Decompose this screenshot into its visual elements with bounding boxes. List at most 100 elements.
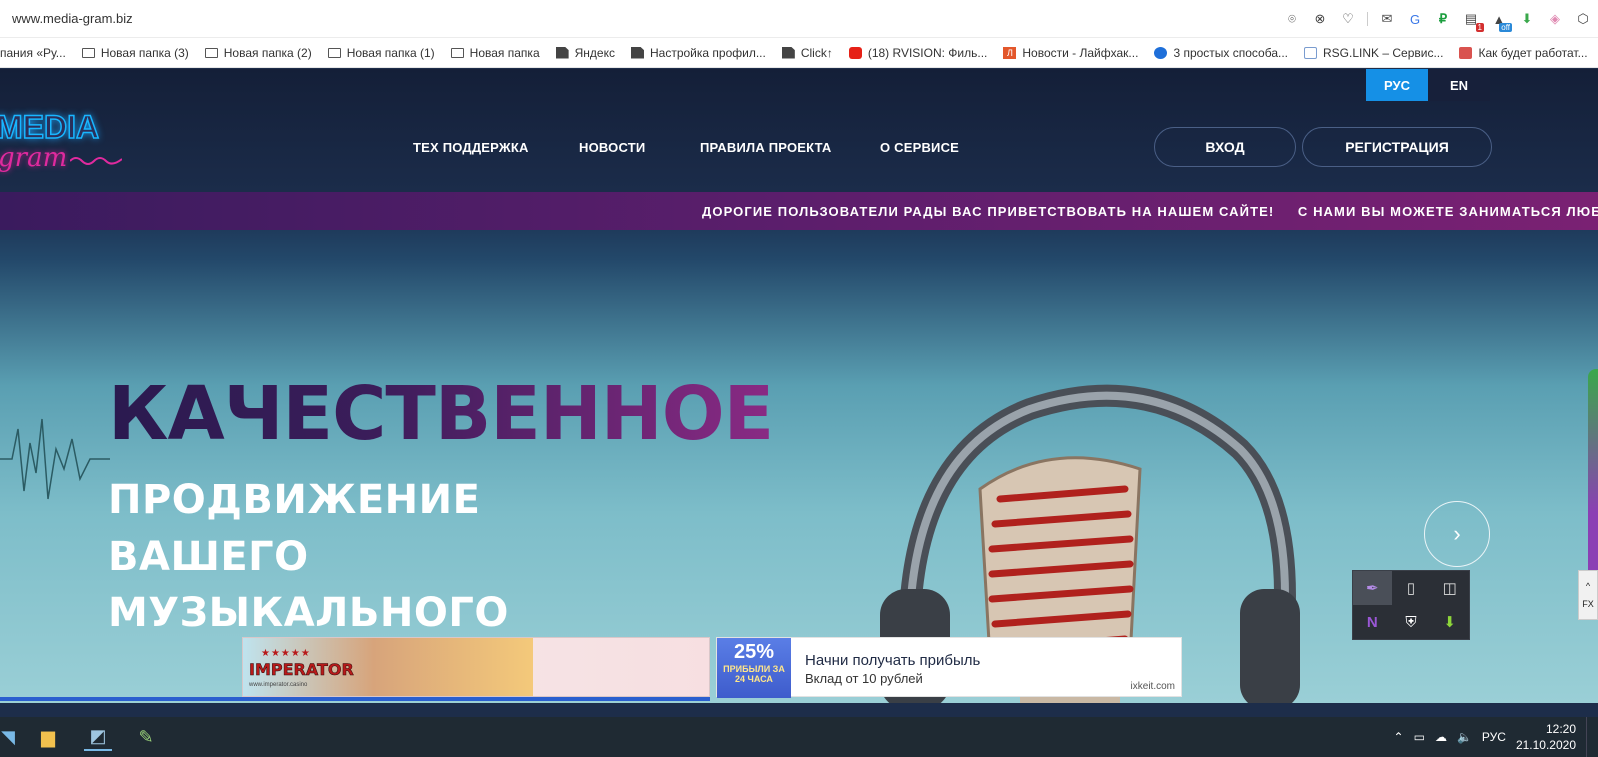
bookmark-label: Новости - Лайфхак... [1022, 45, 1139, 60]
bookmark-label: Как будет работат... [1478, 45, 1588, 60]
page-load-progress [0, 697, 710, 701]
logo-gram-text[interactable]: gram [0, 143, 67, 173]
file-explorer-icon[interactable]: ▆ [34, 723, 62, 751]
bookmark-item[interactable]: Click↑ [781, 45, 833, 60]
browser-taskbar-icon[interactable]: ◩ [84, 723, 112, 751]
bookmark-label: Новая папка (1) [346, 45, 435, 60]
translate-icon[interactable]: G [1406, 10, 1424, 28]
tray-overflow-popup: ✒ ▯ ◫ N ⛨ ⬇ [1352, 570, 1470, 640]
lang-en-button[interactable]: EN [1428, 69, 1490, 101]
ad-ixkeit-percent-sub: ПРИБЫЛИ ЗА 24 ЧАСА [723, 664, 785, 684]
red-icon [1459, 46, 1473, 59]
bookmark-label: 3 простых способа... [1173, 45, 1288, 60]
camera-icon[interactable]: ⌾ [1283, 10, 1301, 28]
show-desktop-strip[interactable] [1586, 717, 1590, 757]
download-icon[interactable]: ⬇ [1518, 10, 1536, 28]
bookmarks-bar: пания «Ру... Новая папка (3) Новая папка (… [0, 38, 1598, 68]
bookmark-item[interactable]: Яндекс [555, 46, 615, 60]
bookmark-item[interactable]: Л Новости - Лайфхак... [1003, 46, 1138, 60]
folder-icon [204, 47, 218, 58]
input-language[interactable]: РУС [1482, 730, 1506, 744]
onenote-icon[interactable]: N [1353, 605, 1392, 639]
news-icon[interactable]: ▤ 1 [1462, 10, 1484, 32]
vpn-badge: off [1499, 23, 1512, 32]
bookmark-label: пания «Ру... [0, 45, 66, 60]
usb-icon[interactable]: ▯ [1392, 571, 1431, 605]
chevron-up-icon[interactable]: ^ [1586, 581, 1590, 591]
bookmark-label: RSG.LINK – Сервис... [1323, 45, 1444, 60]
ad-banner-imperator[interactable]: ★★★★★ IMPERATOR www.imperator.casino [242, 637, 710, 697]
url-text[interactable]: www.media-gram.biz [12, 11, 133, 26]
system-tray: ⌃ ▭ ☁ 🔈 РУС 12:20 21.10.2020 [1394, 717, 1590, 757]
nav-support[interactable]: ТЕХ ПОДДЕРЖКА [413, 140, 529, 155]
close-circle-icon[interactable]: ⊗ [1311, 10, 1329, 28]
bookmark-item[interactable]: Как будет работат... [1459, 45, 1588, 60]
bookmark-label: Новая папка (2) [223, 45, 312, 60]
bookmark-item[interactable]: 3 простых способа... [1154, 46, 1288, 60]
volume-muted-icon[interactable]: 🔈 [1457, 730, 1472, 744]
windows-taskbar: ◥ ▆ ◩ ✎ ⌃ ▭ ☁ 🔈 РУС 12:20 21.10.2020 [0, 717, 1598, 757]
ad-ixkeit-title[interactable]: Начни получать прибыль [805, 652, 980, 669]
vpn-off-icon[interactable]: ▲ off [1490, 10, 1512, 32]
tray-chevron-up-icon[interactable]: ⌃ [1394, 730, 1404, 744]
clock[interactable]: 12:20 21.10.2020 [1516, 721, 1576, 753]
sound-wave-decoration [0, 418, 110, 500]
bookmark-item[interactable]: (18) RVISION: Филь... [848, 46, 987, 60]
browser-address-bar[interactable]: www.media-gram.biz ⌾ ⊗ ♡ ✉ G ₽ ▤ 1 ▲ off ⬇… [0, 0, 1598, 38]
folder-icon [81, 47, 95, 58]
rsg-icon [1304, 46, 1317, 59]
bookmark-item[interactable]: RSG.LINK – Сервис... [1304, 46, 1443, 60]
fx-label: FX [1582, 599, 1594, 609]
box-icon[interactable]: ⬡ [1574, 10, 1592, 28]
cube-icon[interactable]: ◈ [1546, 10, 1564, 28]
nav-news[interactable]: НОВОСТИ [579, 140, 645, 155]
bookmark-item[interactable]: Новая папка (1) [327, 45, 435, 60]
heart-icon[interactable]: ♡ [1339, 10, 1357, 28]
doc-icon [781, 46, 795, 59]
mail-icon[interactable]: ✉ [1378, 10, 1396, 28]
youtube-icon [848, 46, 862, 59]
ruble-icon[interactable]: ₽ [1434, 10, 1452, 28]
logo-media-text[interactable]: MEDIA [0, 108, 100, 146]
doc-icon [630, 46, 644, 59]
ad-ixkeit-percent: 25% [733, 641, 775, 663]
ad-banner-ixkeit[interactable]: 25% ПРИБЫЛИ ЗА 24 ЧАСА Начни получать пр… [716, 637, 1182, 698]
download-arrow-icon[interactable]: ⬇ [1430, 605, 1469, 639]
ad-ixkeit-image: 25% ПРИБЫЛИ ЗА 24 ЧАСА [717, 638, 791, 698]
login-button[interactable]: ВХОД [1154, 127, 1296, 167]
folder-icon [450, 47, 464, 58]
extension-toolbar: ⌾ ⊗ ♡ ✉ G ₽ ▤ 1 ▲ off ⬇ ◈ ⬡ [1283, 10, 1592, 32]
blue-circle-icon [1154, 46, 1168, 59]
notes-taskbar-icon[interactable]: ✎ [132, 723, 160, 751]
shield-icon[interactable]: ⛨ [1392, 605, 1431, 639]
bookmark-label: Click↑ [800, 45, 833, 60]
nav-rules[interactable]: ПРАВИЛА ПРОЕКТА [700, 140, 832, 155]
cloud-icon[interactable]: ☁ [1435, 730, 1447, 744]
hero-line-2: ВАШЕГО [108, 534, 309, 580]
nav-about[interactable]: О СЕРВИСЕ [880, 140, 959, 155]
dual-window-icon[interactable]: ◫ [1430, 571, 1469, 605]
register-button[interactable]: РЕГИСТРАЦИЯ [1302, 127, 1492, 167]
hero-title: КАЧЕСТВЕННОЕ [108, 371, 774, 457]
start-edge-icon[interactable]: ◥ [0, 723, 22, 751]
bookmark-item[interactable]: пания «Ру... [0, 46, 66, 60]
bookmark-item[interactable]: Новая папка (2) [204, 45, 312, 60]
bookmark-item[interactable]: Новая папка [450, 45, 540, 60]
slider-next-button[interactable]: › [1424, 501, 1490, 567]
clock-time: 12:20 [1545, 722, 1576, 736]
news-badge: 1 [1475, 23, 1484, 32]
lang-ru-button[interactable]: РУС [1366, 69, 1428, 101]
fx-side-panel[interactable]: ^ FX [1578, 570, 1598, 620]
network-icon[interactable]: ▭ [1414, 730, 1425, 744]
folder-icon [327, 47, 341, 58]
bookmark-label: Новая папка [469, 45, 540, 60]
feather-icon[interactable]: ✒ [1353, 571, 1392, 605]
bookmark-item[interactable]: Настройка профил... [630, 46, 766, 60]
chevron-right-icon: › [1453, 521, 1461, 546]
screen: www.media-gram.biz ⌾ ⊗ ♡ ✉ G ₽ ▤ 1 ▲ off ⬇… [0, 0, 1598, 757]
bookmark-item[interactable]: Новая папка (3) [81, 46, 189, 60]
site-header: MEDIA gram РУС EN ТЕХ ПОДДЕРЖКА НОВОСТИ … [0, 69, 1598, 192]
clock-date: 21.10.2020 [1515, 738, 1576, 752]
ad-ixkeit-domain: ixkeit.com [1130, 681, 1175, 692]
hero-line-1: ПРОДВИЖЕНИЕ [108, 477, 481, 523]
